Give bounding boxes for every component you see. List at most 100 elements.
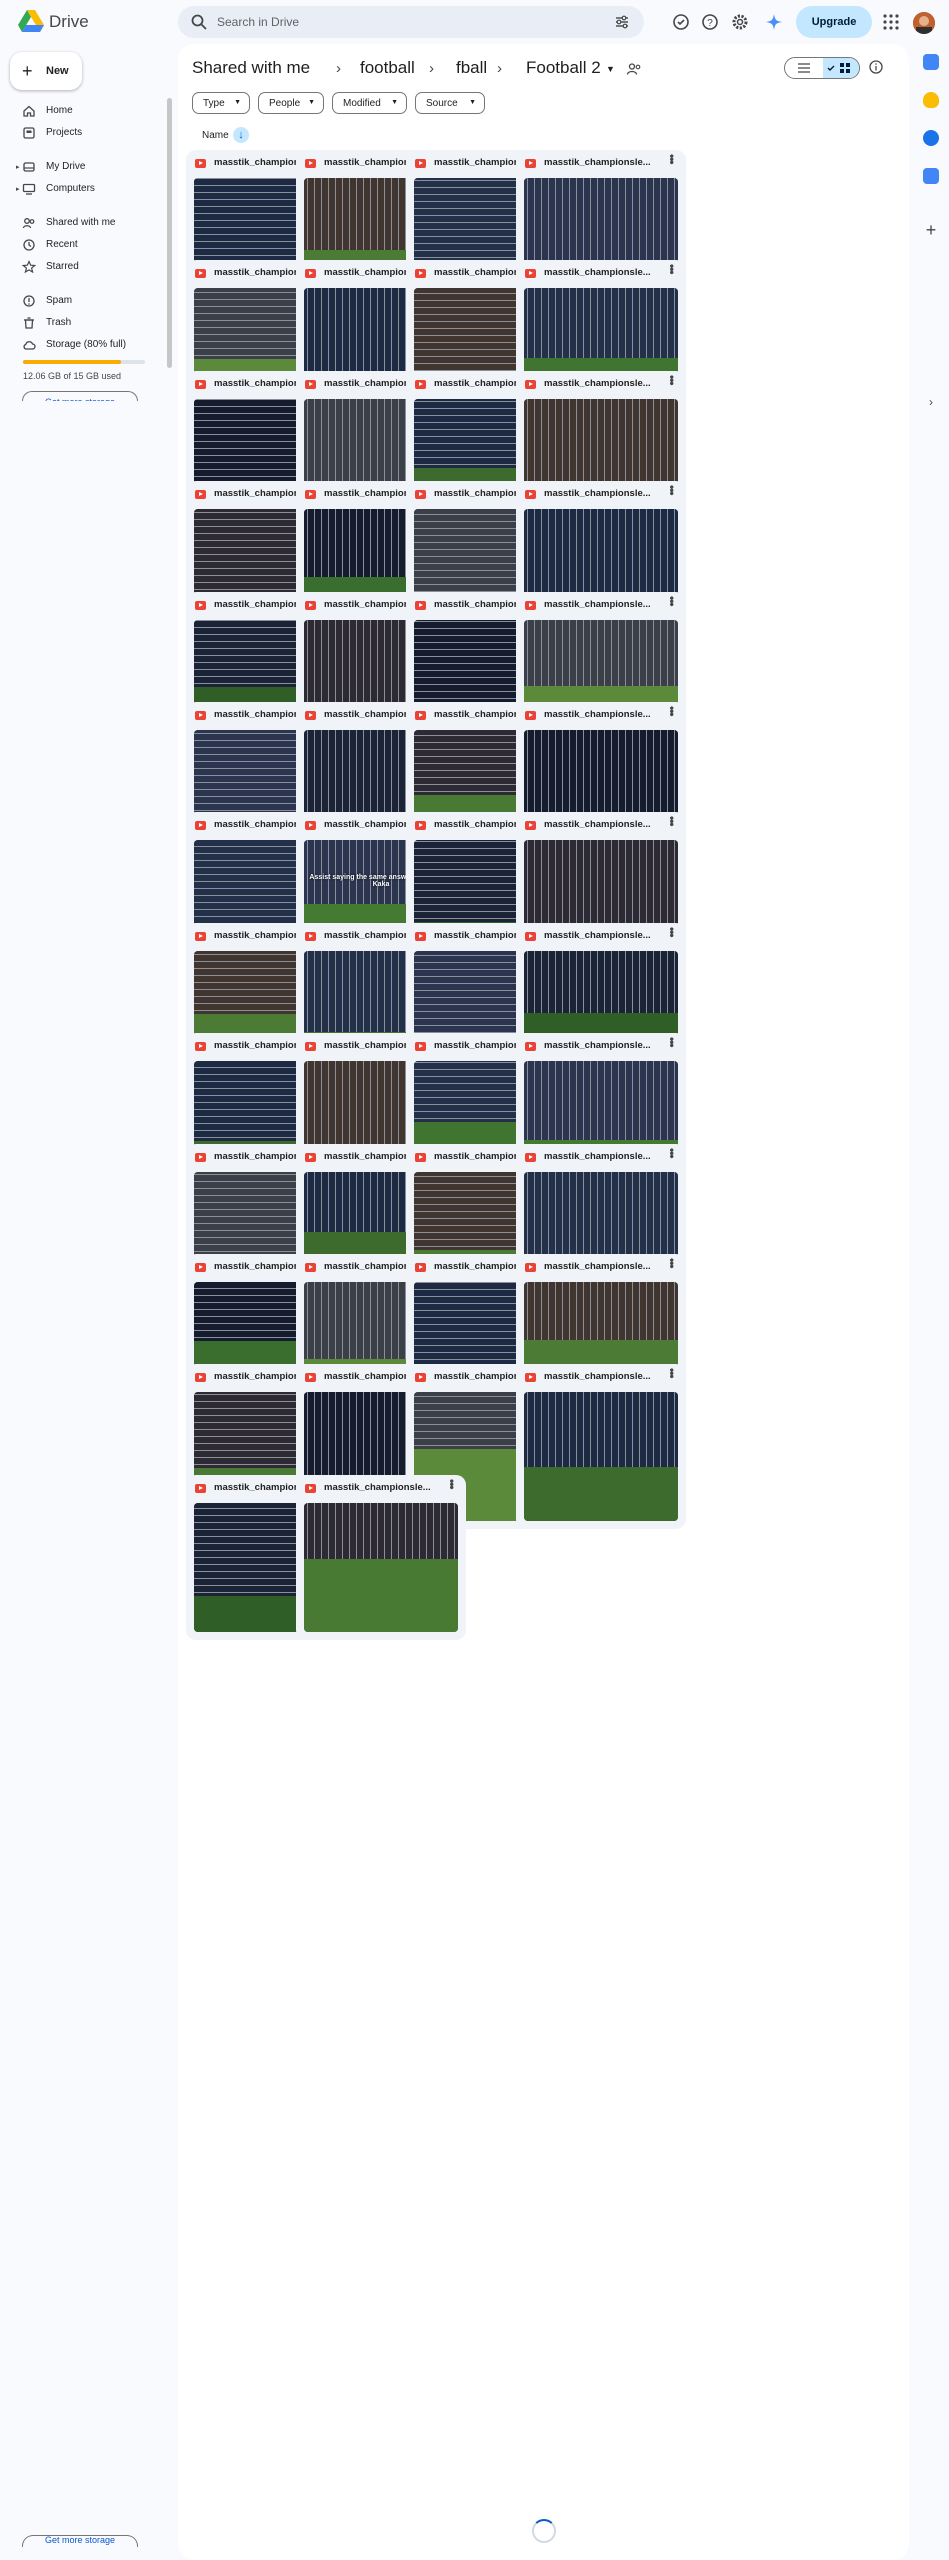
- more-actions-icon[interactable]: •••: [665, 927, 679, 937]
- apps-grid-icon[interactable]: [882, 13, 900, 31]
- folder-menu-caret-icon[interactable]: ▼: [606, 64, 615, 74]
- top-bar: Drive Search in Drive ? Upgrade: [0, 0, 949, 44]
- filter-label: People: [269, 98, 301, 109]
- search-input[interactable]: Search in Drive: [217, 15, 299, 29]
- sidebar-item-trash[interactable]: Trash: [0, 312, 160, 334]
- get-more-storage-button[interactable]: Get more storage: [22, 391, 138, 401]
- file-name[interactable]: masstik_championsle...: [544, 378, 662, 389]
- star-icon: [22, 260, 36, 274]
- offline-status-icon[interactable]: [671, 12, 691, 32]
- breadcrumb-fball[interactable]: fball: [456, 58, 487, 78]
- account-avatar[interactable]: [913, 12, 935, 34]
- video-file-icon: [415, 269, 426, 279]
- sidebar-item-home[interactable]: Home: [0, 100, 160, 122]
- search-icon[interactable]: [190, 13, 208, 31]
- video-file-icon: [305, 490, 316, 500]
- video-file-icon: [305, 711, 316, 720]
- more-actions-icon[interactable]: •••: [665, 154, 679, 164]
- drive-logo-icon[interactable]: [18, 10, 44, 33]
- sort-control[interactable]: Name ↓: [202, 127, 249, 143]
- gemini-spark-icon[interactable]: [764, 12, 784, 32]
- sidebar-item-projects[interactable]: Projects: [0, 122, 160, 144]
- file-name[interactable]: masstik_championsle...: [544, 1261, 662, 1272]
- filter-modified[interactable]: Modified ▼: [332, 92, 407, 114]
- video-file-icon: [415, 931, 426, 941]
- add-addon-plus-icon[interactable]: +: [923, 221, 939, 239]
- video-file-icon: [195, 1042, 206, 1052]
- filter-source[interactable]: Source ▼: [415, 92, 485, 114]
- expand-panel-chevron-icon[interactable]: ›: [923, 394, 939, 410]
- file-name[interactable]: masstik_championsle...: [544, 1040, 662, 1051]
- file-name[interactable]: masstik_championsle...: [544, 157, 662, 168]
- tasks-icon[interactable]: [923, 130, 939, 146]
- sidebar-item-shared-with-me[interactable]: Shared with me: [0, 212, 160, 234]
- sidebar-item-label: Recent: [46, 239, 78, 250]
- thumbnail-crowd: [524, 1061, 678, 1141]
- more-actions-icon[interactable]: •••: [665, 1368, 679, 1378]
- more-actions-icon[interactable]: •••: [445, 1479, 459, 1489]
- video-file-icon: [195, 821, 206, 831]
- video-thumbnail[interactable]: [304, 1502, 458, 1632]
- more-actions-icon[interactable]: •••: [665, 1148, 679, 1158]
- sort-direction-arrow-icon[interactable]: ↓: [233, 127, 249, 143]
- search-bar[interactable]: Search in Drive: [178, 6, 644, 38]
- new-button-label: New: [46, 65, 69, 77]
- file-name[interactable]: masstik_championsle...: [544, 709, 662, 720]
- file-name[interactable]: masstik_championsle...: [324, 1482, 442, 1493]
- sidebar-item-my-drive[interactable]: ▸ My Drive: [0, 156, 160, 178]
- sidebar-scrollbar[interactable]: [167, 98, 172, 368]
- breadcrumb-current-folder[interactable]: Football 2: [526, 58, 601, 78]
- settings-gear-icon[interactable]: [730, 12, 750, 32]
- video-file-icon: [305, 1483, 316, 1493]
- file-name[interactable]: masstik_championsle...: [544, 1151, 662, 1162]
- more-actions-icon[interactable]: •••: [665, 1037, 679, 1047]
- video-thumbnail[interactable]: [524, 1392, 678, 1522]
- grid-view-button[interactable]: [823, 58, 859, 78]
- file-name[interactable]: masstik_championsle...: [544, 488, 662, 499]
- new-button[interactable]: + New: [10, 52, 82, 90]
- filter-type[interactable]: Type ▼: [192, 92, 250, 114]
- more-actions-icon[interactable]: •••: [665, 264, 679, 274]
- keep-icon[interactable]: [923, 92, 939, 108]
- more-actions-icon[interactable]: •••: [665, 596, 679, 606]
- file-name[interactable]: masstik_championsle...: [544, 599, 662, 610]
- more-actions-icon[interactable]: •••: [665, 375, 679, 385]
- upgrade-button[interactable]: Upgrade: [796, 6, 872, 38]
- breadcrumb-shared-with-me[interactable]: Shared with me: [192, 58, 310, 78]
- file-name[interactable]: masstik_championsle...: [544, 930, 662, 941]
- sidebar-item-recent[interactable]: Recent: [0, 234, 160, 256]
- video-file-icon: [525, 1152, 536, 1162]
- contacts-icon[interactable]: [923, 168, 939, 184]
- file-card[interactable]: masstik_championsle...•••: [516, 1364, 686, 1530]
- info-icon[interactable]: [868, 59, 884, 75]
- more-actions-icon[interactable]: •••: [665, 1258, 679, 1268]
- file-name[interactable]: masstik_championsle...: [544, 267, 662, 278]
- more-actions-icon[interactable]: •••: [665, 485, 679, 495]
- search-options-icon[interactable]: [614, 14, 630, 30]
- shared-folder-people-icon[interactable]: [626, 62, 642, 76]
- file-name[interactable]: masstik_championsle...: [544, 1371, 662, 1382]
- filter-label: Type: [203, 98, 225, 109]
- dropdown-arrow-icon: ▼: [469, 99, 476, 106]
- file-card[interactable]: masstik_championsle...•••: [296, 1474, 466, 1640]
- calendar-icon[interactable]: [923, 54, 939, 70]
- sort-label[interactable]: Name: [202, 130, 229, 141]
- filter-people[interactable]: People ▼: [258, 92, 324, 114]
- get-more-storage-button-footer[interactable]: Get more storage: [22, 2535, 138, 2547]
- sidebar-item-computers[interactable]: ▸ Computers: [0, 178, 160, 200]
- sidebar-item-storage[interactable]: Storage (80% full): [0, 334, 160, 356]
- video-file-icon: [525, 1042, 536, 1052]
- expand-caret-icon[interactable]: ▸: [16, 163, 20, 171]
- expand-caret-icon[interactable]: ▸: [16, 185, 20, 193]
- breadcrumb-football[interactable]: football: [360, 58, 415, 78]
- help-icon[interactable]: ?: [700, 12, 720, 32]
- list-view-button[interactable]: [785, 58, 823, 78]
- sidebar-item-starred[interactable]: Starred: [0, 256, 160, 278]
- file-name[interactable]: masstik_championsle...: [544, 819, 662, 830]
- more-actions-icon[interactable]: •••: [665, 706, 679, 716]
- sidebar-item-spam[interactable]: Spam: [0, 290, 160, 312]
- video-file-icon: [415, 159, 426, 168]
- app-name[interactable]: Drive: [49, 12, 89, 32]
- more-actions-icon[interactable]: •••: [665, 816, 679, 826]
- dropdown-arrow-icon: ▼: [391, 99, 398, 106]
